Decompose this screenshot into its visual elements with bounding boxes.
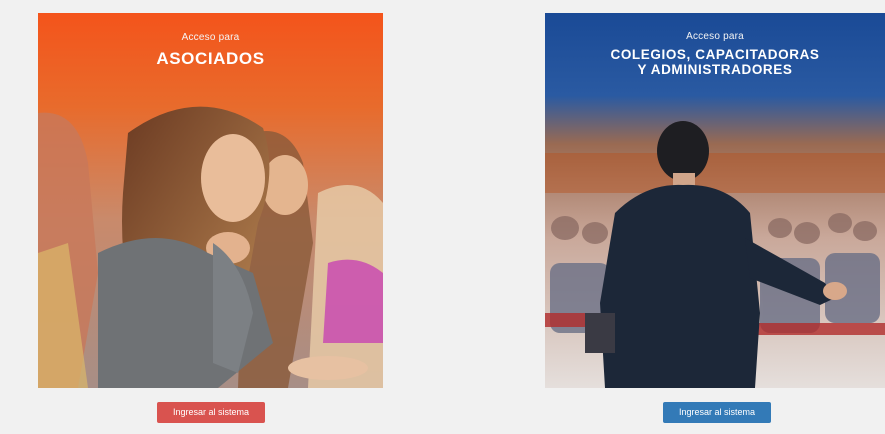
associates-photo — [38, 13, 383, 388]
associates-title: ASOCIADOS — [156, 49, 265, 68]
institutions-title: COLEGIOS, CAPACITADORAS Y ADMINISTRADORE… — [545, 47, 885, 77]
institutions-title-line2: Y ADMINISTRADORES — [637, 62, 793, 77]
associates-login-button[interactable]: Ingresar al sistema — [157, 402, 265, 423]
access-for-label: Acceso para — [686, 31, 744, 42]
institutions-card-header: Acceso para COLEGIOS, CAPACITADORAS Y AD… — [545, 13, 885, 77]
associates-access-card: Acceso para ASOCIADOS — [38, 13, 383, 388]
institutions-login-button[interactable]: Ingresar al sistema — [663, 402, 771, 423]
associates-card-header: Acceso para ASOCIADOS — [38, 13, 383, 69]
access-for-label: Acceso para — [181, 32, 240, 43]
institutions-access-card: Acceso para COLEGIOS, CAPACITADORAS Y AD… — [545, 13, 885, 388]
institutions-title-line1: COLEGIOS, CAPACITADORAS — [610, 47, 820, 62]
